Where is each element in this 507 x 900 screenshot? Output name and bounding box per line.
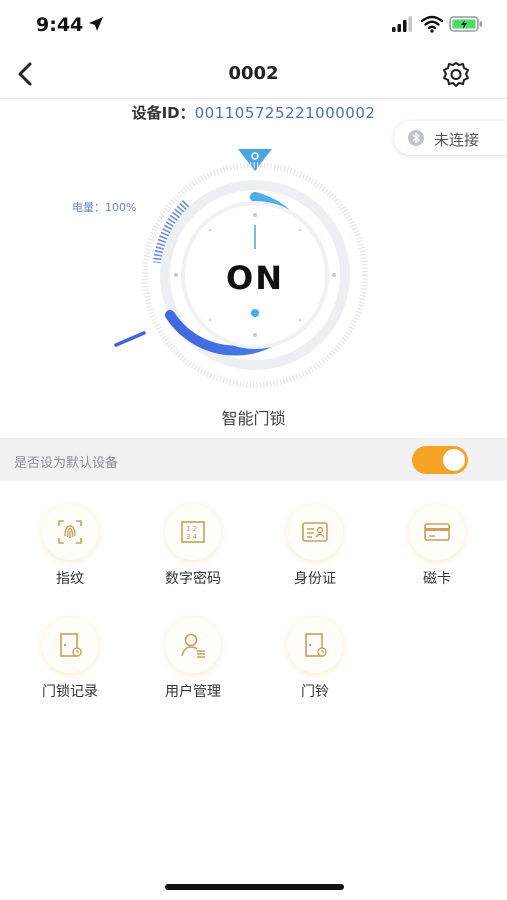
- nav-bar: 0002: [0, 50, 507, 99]
- connection-status-label: 未连接: [434, 131, 480, 149]
- status-time: 9:44: [36, 14, 84, 36]
- svg-text:1 2: 1 2: [186, 525, 197, 533]
- default-device-row: 是否设为默认设备: [0, 438, 507, 481]
- svg-text:3 4: 3 4: [186, 533, 198, 541]
- menu-item-label: 磁卡: [423, 571, 451, 587]
- status-bar: 9:44: [0, 0, 507, 50]
- id-card-icon: [287, 504, 343, 560]
- location-arrow-icon: [89, 17, 103, 31]
- fingerprint-icon: [42, 504, 98, 560]
- bluetooth-icon: [408, 130, 424, 146]
- menu-item-label: 身份证: [294, 571, 336, 587]
- connection-status-button[interactable]: 未连接: [394, 121, 507, 155]
- device-id-label: 设备ID：: [131, 104, 195, 122]
- lock-name-label: 智能门锁: [221, 409, 286, 428]
- menu-item-label: 门锁记录: [42, 684, 98, 700]
- wifi-icon: [421, 15, 443, 33]
- menu-item-label: 指纹: [56, 571, 84, 587]
- keypad-icon: 1 2 3 4: [165, 504, 221, 560]
- default-device-toggle[interactable]: [412, 446, 468, 474]
- page-title: 0002: [228, 63, 279, 84]
- device-id-row: 设备ID：001105725221000002: [0, 102, 507, 123]
- cellular-signal-icon: [392, 16, 412, 32]
- menu-item-label: 用户管理: [165, 684, 221, 700]
- settings-gear-icon[interactable]: [440, 60, 472, 90]
- doorbell-icon: [287, 617, 343, 673]
- door-record-icon: [42, 617, 98, 673]
- lock-state-label[interactable]: ON: [203, 259, 307, 297]
- battery-icon: [449, 16, 482, 32]
- menu-item-label: 门铃: [301, 684, 329, 700]
- battery-level-label: 电量：100%: [72, 201, 137, 214]
- toggle-knob: [443, 449, 465, 471]
- card-icon: [409, 504, 465, 560]
- menu-item-label: 数字密码: [165, 571, 221, 587]
- user-manage-icon: [165, 617, 221, 673]
- device-id-value: 001105725221000002: [194, 104, 376, 122]
- home-indicator[interactable]: [165, 884, 344, 890]
- default-device-label: 是否设为默认设备: [14, 456, 119, 471]
